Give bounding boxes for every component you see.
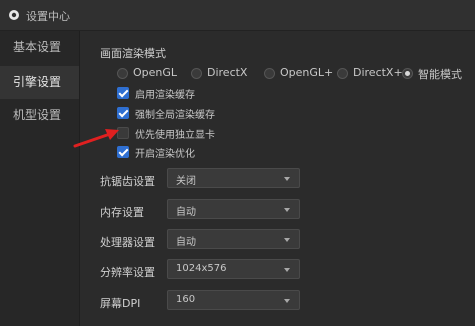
chevron-down-icon [284, 238, 290, 242]
checkbox-label: 启用渲染缓存 [135, 90, 195, 101]
chevron-down-icon [284, 268, 290, 272]
annotation-arrow-icon [73, 129, 119, 148]
processor-select[interactable]: 自动 [167, 229, 300, 249]
radio-label: DirectX+ [353, 66, 403, 79]
select-value: 1024x576 [176, 263, 227, 274]
chevron-down-icon [284, 208, 290, 212]
radio-indicator [191, 68, 202, 79]
checkbox-label: 优先使用独立显卡 [135, 130, 215, 141]
checkbox-indicator [117, 107, 129, 119]
render-mode-title: 画面渲染模式 [100, 47, 166, 60]
title-bar: 设置中心 [0, 0, 475, 31]
chevron-down-icon [284, 299, 290, 303]
dpi-label: 屏幕DPI [100, 297, 141, 310]
sidebar-item-engine[interactable]: 引擎设置 [0, 66, 79, 99]
radio-indicator [402, 68, 413, 79]
select-value: 160 [176, 294, 196, 305]
select-value: 自动 [176, 237, 196, 248]
radio-label: OpenGL [133, 66, 178, 79]
app-logo-icon [9, 10, 19, 20]
sidebar: 基本设置 引擎设置 机型设置 [0, 31, 79, 326]
antialias-label: 抗锯齿设置 [100, 175, 155, 188]
processor-label: 处理器设置 [100, 236, 155, 249]
memory-label: 内存设置 [100, 206, 144, 219]
radio-label: OpenGL+ [280, 66, 334, 79]
sidebar-item-basic[interactable]: 基本设置 [0, 31, 79, 64]
select-value: 关闭 [176, 176, 196, 187]
sidebar-item-model[interactable]: 机型设置 [0, 99, 79, 132]
checkbox-label: 开启渲染优化 [135, 149, 195, 160]
radio-indicator [117, 68, 128, 79]
memory-select[interactable]: 自动 [167, 199, 300, 219]
select-value: 自动 [176, 207, 196, 218]
antialias-select[interactable]: 关闭 [167, 168, 300, 188]
window-title: 设置中心 [26, 10, 70, 23]
resolution-label: 分辨率设置 [100, 266, 155, 279]
checkbox-indicator [117, 87, 129, 99]
dpi-select[interactable]: 160 [167, 290, 300, 310]
chevron-down-icon [284, 177, 290, 181]
radio-label: DirectX [207, 66, 248, 79]
sidebar-divider [79, 31, 80, 326]
radio-label: 智能模式 [418, 68, 462, 81]
resolution-select[interactable]: 1024x576 [167, 259, 300, 279]
checkbox-label: 强制全局渲染缓存 [135, 110, 215, 121]
radio-indicator [337, 68, 348, 79]
render-mode-group: OpenGL DirectX OpenGL+ DirectX+ 智能模式 [117, 66, 475, 82]
radio-indicator [264, 68, 275, 79]
